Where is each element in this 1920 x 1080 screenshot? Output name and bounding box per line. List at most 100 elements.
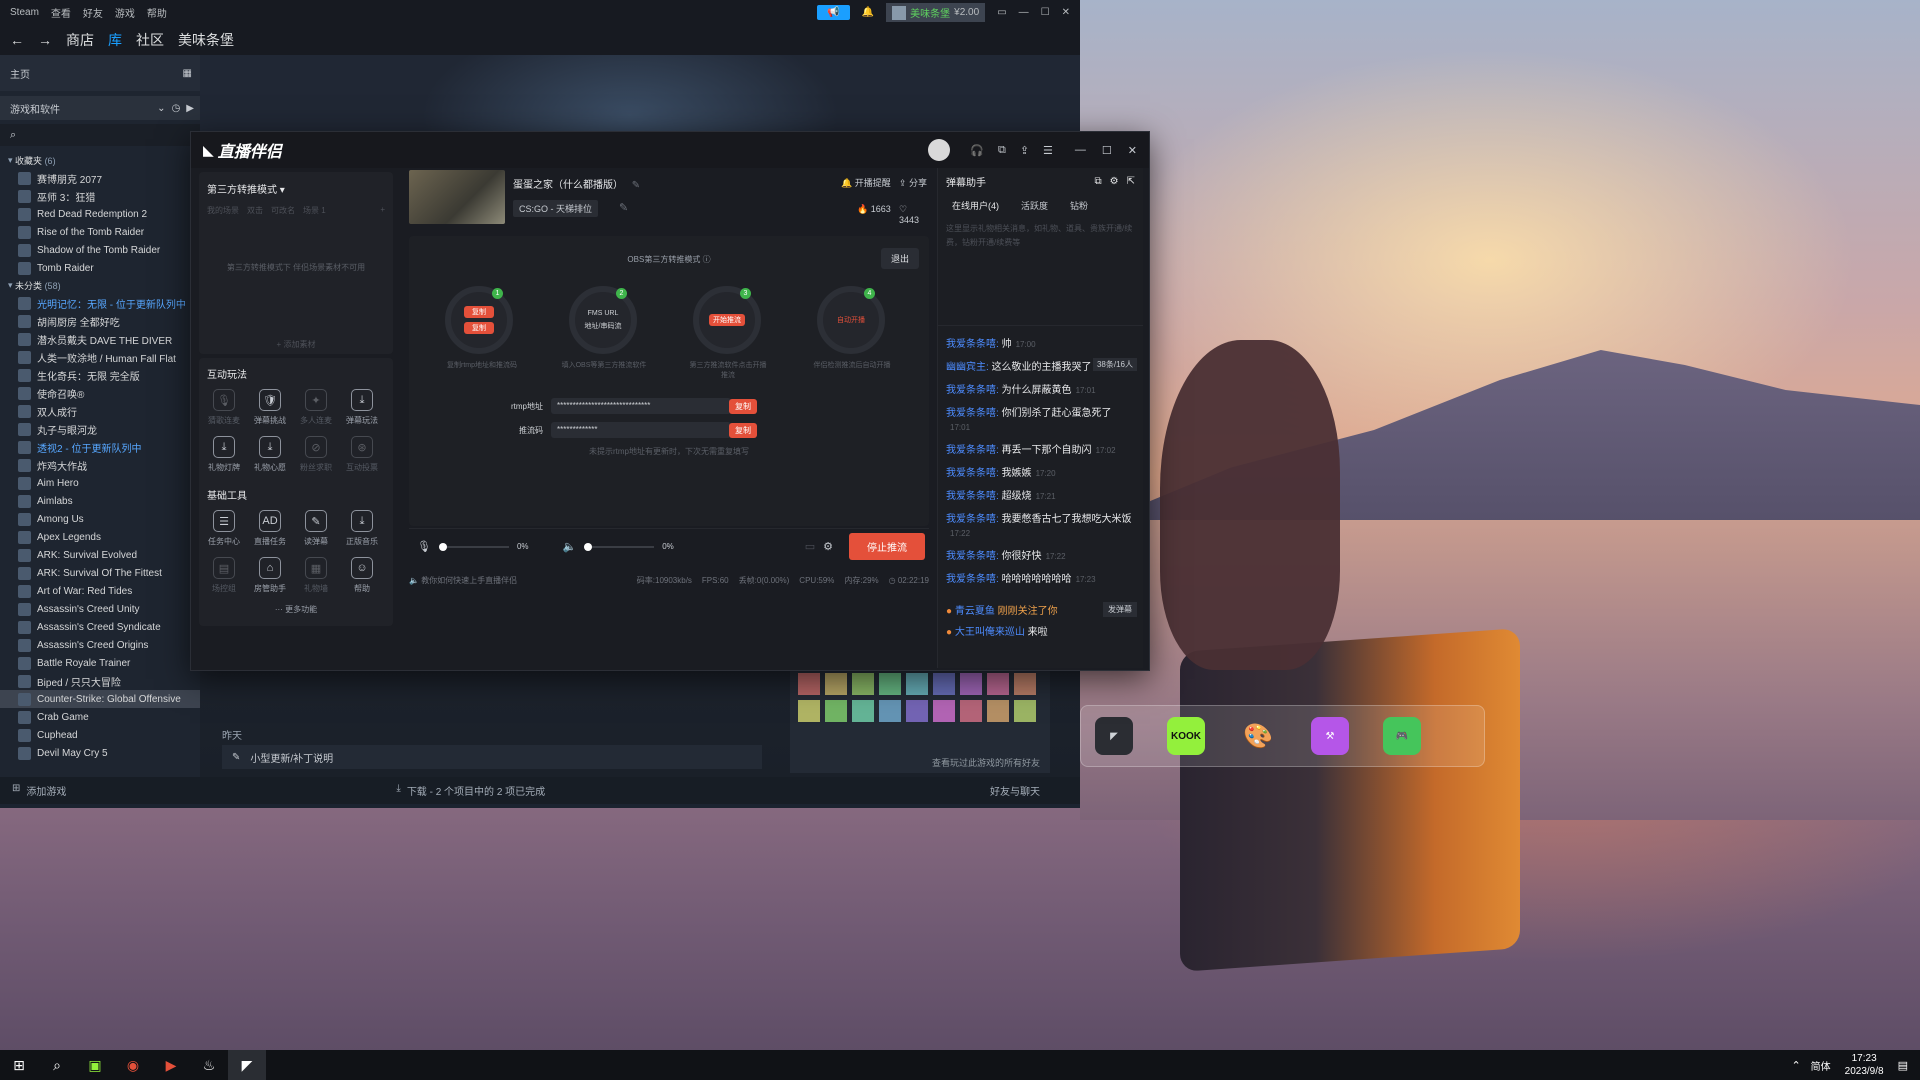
key-field[interactable]: ************* <box>551 422 731 438</box>
menu-icon[interactable]: ☰ <box>1043 144 1053 157</box>
library-game-row[interactable]: Red Dead Redemption 2 <box>0 205 200 223</box>
friend-avatar[interactable] <box>906 700 928 722</box>
media-icon[interactable]: ▶ <box>152 1050 190 1080</box>
notification-icon[interactable]: ▤ <box>1898 1059 1908 1072</box>
minimize-button[interactable]: — <box>1019 7 1029 18</box>
library-game-row[interactable]: Shadow of the Tomb Raider <box>0 241 200 259</box>
tool-button[interactable]: AD 直播任务 <box>247 510 293 547</box>
library-game-row[interactable]: Counter-Strike: Global Offensive <box>0 690 200 708</box>
library-game-row[interactable]: 丸子与眼河龙 <box>0 420 200 438</box>
forward-arrow-icon[interactable]: → <box>38 32 52 48</box>
rtmp-field[interactable]: ****************************** <box>551 398 731 414</box>
step-copy-button[interactable]: 复制 <box>464 306 494 318</box>
key-copy-button[interactable]: 复制 <box>729 422 757 438</box>
friend-avatar[interactable] <box>906 673 928 695</box>
tool-button[interactable]: ⤓ 礼物心愿 <box>247 436 293 473</box>
steam-menu-steam[interactable]: Steam <box>10 7 39 18</box>
enter-user[interactable]: 大王叫俺来巡山 <box>955 627 1025 638</box>
tab-activity[interactable]: 活跃度 <box>1021 199 1048 212</box>
rtmp-copy-button[interactable]: 复制 <box>729 398 757 414</box>
chat-user[interactable]: 我爱条条嘻: <box>946 468 999 479</box>
notification-bell-icon[interactable]: 🔔 <box>862 7 874 18</box>
friend-avatar[interactable] <box>879 673 901 695</box>
chrome-icon[interactable]: ◉ <box>114 1050 152 1080</box>
mode-dropdown[interactable]: 第三方转推模式 ▾ <box>199 172 393 205</box>
friend-avatar[interactable] <box>825 673 847 695</box>
tab-fans[interactable]: 钻粉 <box>1070 199 1088 212</box>
nav-store[interactable]: 商店 <box>66 30 94 50</box>
exit-button[interactable]: 退出 <box>880 248 919 269</box>
friend-avatar[interactable] <box>960 673 982 695</box>
broadcast-button[interactable]: 📢 <box>817 5 850 20</box>
library-game-row[interactable]: 生化奇兵：无限 完全版 <box>0 366 200 384</box>
library-game-row[interactable]: Battle Royale Trainer <box>0 654 200 672</box>
scene-tab-rename[interactable]: 可改名 <box>271 205 295 216</box>
back-arrow-icon[interactable]: ← <box>10 32 24 48</box>
tool-button[interactable]: ☰ 任务中心 <box>201 510 247 547</box>
clock[interactable]: 17:23 2023/9/8 <box>1845 1052 1884 1078</box>
tool-button[interactable]: 🎙 猜歌连麦 <box>201 389 247 426</box>
csgo-icon[interactable]: ◤ <box>1095 717 1133 755</box>
popout-icon[interactable]: ⇱ <box>1127 176 1135 187</box>
stream-title[interactable]: 蛋蛋之家（什么都播版） ✎ <box>513 176 640 191</box>
nav-profile[interactable]: 美味条堡 <box>178 30 234 50</box>
steam-menu-help[interactable]: 帮助 <box>147 5 167 20</box>
windows-start-icon[interactable]: ⊞ <box>0 1050 38 1080</box>
library-game-row[interactable]: Aim Hero <box>0 474 200 492</box>
tool-button[interactable]: ⤓ 弹幕玩法 <box>339 389 385 426</box>
chat-user[interactable]: 我爱条条嘻: <box>946 445 999 456</box>
add-scene-icon[interactable]: + <box>380 205 385 216</box>
headset-icon[interactable]: 🎧 <box>970 144 984 157</box>
category-favorites[interactable]: ▾ 收藏夹 (6) <box>0 152 200 169</box>
chat-user[interactable]: 幽幽宾主: <box>946 362 989 373</box>
library-game-row[interactable]: Cuphead <box>0 726 200 744</box>
scene-tab-1[interactable]: 场景 1 <box>303 205 326 216</box>
stream-thumbnail[interactable] <box>409 170 505 224</box>
tool-button[interactable]: ⊘ 粉丝求职 <box>293 436 339 473</box>
library-game-row[interactable]: Assassin's Creed Origins <box>0 636 200 654</box>
library-game-row[interactable]: 人类一败涂地 / Human Fall Flat <box>0 348 200 366</box>
library-game-row[interactable]: Assassin's Creed Syndicate <box>0 618 200 636</box>
friend-avatar[interactable] <box>852 673 874 695</box>
search-icon[interactable]: ⌕ <box>38 1050 76 1080</box>
library-game-row[interactable]: 潜水员戴夫 DAVE THE DIVER <box>0 330 200 348</box>
friend-avatar[interactable] <box>825 700 847 722</box>
mic-slider[interactable] <box>438 542 509 551</box>
chat-user[interactable]: 我爱条条嘻: <box>946 408 999 419</box>
friends-played-link[interactable]: 查看玩过此游戏的所有好友 <box>932 756 1040 769</box>
friend-avatar[interactable] <box>987 700 1009 722</box>
mic-icon[interactable]: 🎙 <box>417 540 431 553</box>
live-minimize-button[interactable]: — <box>1075 144 1086 156</box>
library-game-row[interactable]: 透视2 - 位于更新队列中 <box>0 438 200 456</box>
steam-menu-view[interactable]: 查看 <box>51 5 71 20</box>
gamepad-folder-icon[interactable]: 🎮 <box>1383 717 1421 755</box>
step-copy-button-2[interactable]: 复制 <box>464 322 494 334</box>
update-note[interactable]: ✎ 小型更新/补丁说明 <box>222 745 762 769</box>
help-icon[interactable]: ⓘ <box>703 255 711 264</box>
window-icon[interactable]: ⧉ <box>998 144 1006 157</box>
input-language[interactable]: 简体 <box>1811 1058 1831 1073</box>
library-game-row[interactable]: Apex Legends <box>0 528 200 546</box>
send-danmaku-button[interactable]: 发弹幕 <box>1103 602 1137 617</box>
nav-library[interactable]: 库 <box>108 30 122 50</box>
friend-avatar[interactable] <box>1014 673 1036 695</box>
nav-community[interactable]: 社区 <box>136 30 164 50</box>
friend-avatar[interactable] <box>960 700 982 722</box>
library-game-row[interactable]: Aimlabs <box>0 492 200 510</box>
grid-icon[interactable]: ▦ <box>183 68 192 79</box>
more-functions-button[interactable]: ··· 更多功能 <box>199 604 393 615</box>
library-game-row[interactable]: ARK: Survival Of The Fittest <box>0 564 200 582</box>
folder-tool-icon[interactable]: ⚒ <box>1311 717 1349 755</box>
gear-icon[interactable]: ⚙ <box>1110 176 1119 187</box>
friends-chat-button[interactable]: 好友与聊天 <box>990 783 1040 798</box>
friend-avatar[interactable] <box>933 673 955 695</box>
kook-taskbar-icon[interactable]: ▣ <box>76 1050 114 1080</box>
scene-tab-double[interactable]: 双击 <box>247 205 263 216</box>
library-game-row[interactable]: 赛博朋克 2077 <box>0 169 200 187</box>
share-button[interactable]: ⇪ 分享 <box>899 176 927 189</box>
library-game-row[interactable]: 胡闹厨房 全都好吃 <box>0 312 200 330</box>
library-game-row[interactable]: Biped / 只只大冒险 <box>0 672 200 690</box>
library-game-row[interactable]: 双人成行 <box>0 402 200 420</box>
category-uncategorized[interactable]: ▾ 未分类 (58) <box>0 277 200 294</box>
steam-taskbar-icon[interactable]: ♨ <box>190 1050 228 1080</box>
